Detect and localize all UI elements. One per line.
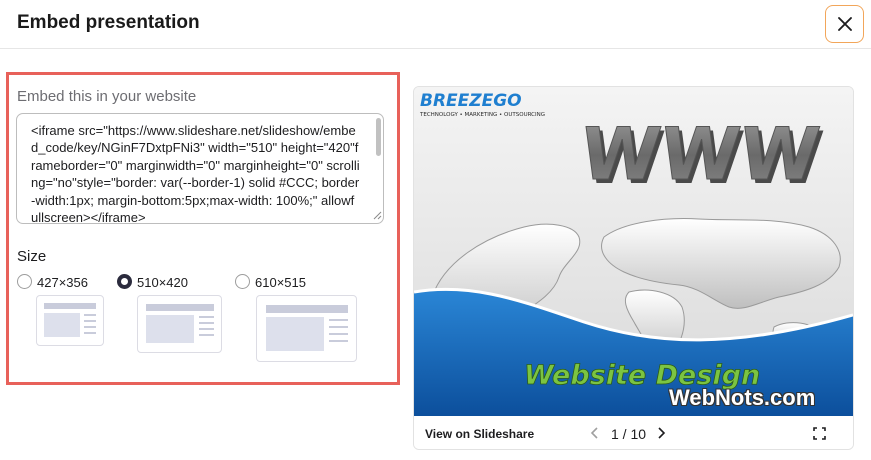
size-radio-610[interactable] xyxy=(235,274,250,289)
modal-header: Embed presentation xyxy=(0,0,871,49)
size-option-label: 510×420 xyxy=(137,275,188,290)
size-label: Size xyxy=(17,248,47,265)
embed-code-textarea[interactable]: <iframe src="https://www.slideshare.net/… xyxy=(16,113,384,224)
size-thumbnail-510[interactable] xyxy=(137,295,222,353)
embed-code-text[interactable]: <iframe src="https://www.slideshare.net/… xyxy=(31,122,361,223)
size-radio-427[interactable] xyxy=(17,274,32,289)
size-thumbnail-610[interactable] xyxy=(256,295,357,362)
webnots-watermark: WebNots.com xyxy=(669,385,816,410)
textarea-scrollbar[interactable] xyxy=(376,118,381,156)
size-thumbnail-427[interactable] xyxy=(36,295,104,346)
size-option-label: 427×356 xyxy=(37,275,88,290)
close-icon xyxy=(838,17,852,31)
chevron-left-icon[interactable] xyxy=(590,427,600,439)
fullscreen-icon[interactable] xyxy=(813,427,826,440)
slide-image: BREEZEGO TECHNOLOGY • MARKETING • OUTSOU… xyxy=(414,87,853,416)
logo-tagline: TECHNOLOGY • MARKETING • OUTSOURCING xyxy=(419,112,545,118)
resize-grip-icon[interactable] xyxy=(373,211,382,220)
close-button[interactable] xyxy=(825,5,864,43)
presentation-preview[interactable]: BREEZEGO TECHNOLOGY • MARKETING • OUTSOU… xyxy=(413,86,854,450)
preview-footer: View on Slideshare 1 / 10 xyxy=(414,417,853,449)
view-on-slideshare-link[interactable]: View on Slideshare xyxy=(425,427,534,441)
size-option-427[interactable]: 427×356 xyxy=(17,274,97,290)
chevron-right-icon[interactable] xyxy=(656,427,666,439)
size-radio-510[interactable] xyxy=(117,274,132,289)
breezego-logo: BREEZEGO xyxy=(420,91,522,111)
embed-label: Embed this in your website xyxy=(17,88,197,105)
www-headline: WWW xyxy=(576,113,823,197)
modal-title: Embed presentation xyxy=(17,12,200,33)
page-indicator: 1 / 10 xyxy=(611,426,647,442)
size-option-610[interactable]: 610×515 xyxy=(235,274,315,290)
size-option-510[interactable]: 510×420 xyxy=(117,274,197,290)
size-option-label: 610×515 xyxy=(255,275,306,290)
